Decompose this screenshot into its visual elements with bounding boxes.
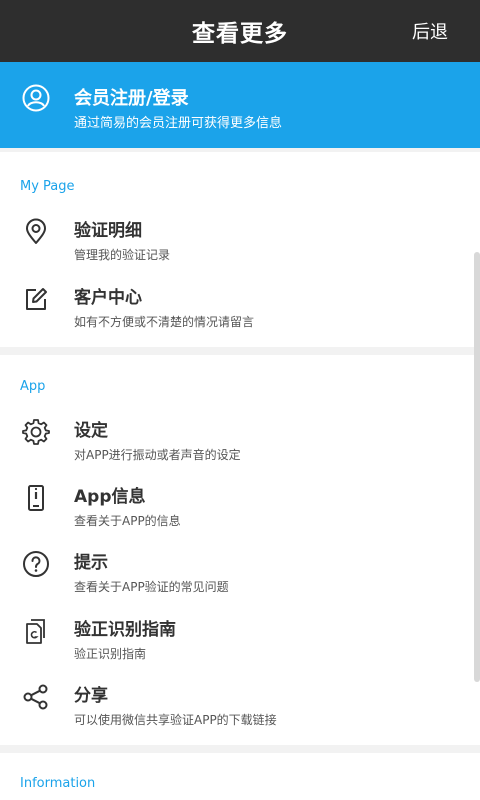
banner-title: 会员注册/登录 bbox=[74, 88, 189, 109]
menu-item-label: App信息 bbox=[74, 487, 146, 507]
menu-item-desc: 如有不方便或不清楚的情况请留言 bbox=[74, 315, 255, 329]
menu-item-tips[interactable]: 提示 查看关于APP验证的常见问题 bbox=[0, 548, 470, 612]
menu-item-recognition-guide[interactable]: 验正识别指南 验正识别指南 bbox=[0, 615, 470, 679]
menu-item-label: 设定 bbox=[74, 421, 108, 441]
menu-item-share[interactable]: 分享 可以使用微信共享验证APP的下载链接 bbox=[0, 681, 470, 745]
section-my-page: My Page 验证明细 管理我的验证记录 客户中心 如有不方便或不清楚的情况请… bbox=[0, 152, 480, 347]
menu-item-desc: 查看关于APP验证的常见问题 bbox=[74, 580, 229, 594]
location-pin-icon bbox=[26, 218, 46, 244]
menu-item-label: 验证明细 bbox=[74, 221, 142, 241]
menu-item-app-info[interactable]: App信息 查看关于APP的信息 bbox=[0, 482, 470, 546]
menu-item-verification-details[interactable]: 验证明细 管理我的验证记录 bbox=[0, 216, 470, 280]
menu-item-desc: 可以使用微信共享验证APP的下载链接 bbox=[74, 713, 277, 727]
section-title: Information bbox=[20, 776, 96, 791]
question-icon bbox=[23, 551, 49, 577]
section-title: My Page bbox=[20, 179, 75, 194]
menu-item-desc: 验正识别指南 bbox=[74, 647, 147, 661]
menu-item-desc: 管理我的验证记录 bbox=[74, 248, 171, 262]
edit-icon bbox=[26, 288, 47, 310]
top-bar: 查看更多 后退 bbox=[0, 0, 480, 62]
scrollbar[interactable] bbox=[474, 252, 480, 682]
menu-item-settings[interactable]: 设定 对APP进行振动或者声音的设定 bbox=[0, 416, 470, 480]
menu-item-label: 分享 bbox=[74, 686, 108, 706]
menu-item-desc: 对APP进行振动或者声音的设定 bbox=[74, 448, 241, 462]
share-icon bbox=[23, 684, 48, 710]
section-information: Information bbox=[0, 753, 480, 800]
guide-document-icon bbox=[26, 619, 45, 644]
menu-item-label: 提示 bbox=[74, 553, 108, 573]
page-title: 查看更多 bbox=[192, 21, 288, 47]
banner-subtitle: 通过简易的会员注册可获得更多信息 bbox=[74, 116, 283, 131]
menu-item-customer-center[interactable]: 客户中心 如有不方便或不清楚的情况请留言 bbox=[0, 283, 470, 347]
user-icon bbox=[22, 84, 50, 112]
menu-item-label: 客户中心 bbox=[74, 288, 142, 308]
member-login-banner[interactable]: 会员注册/登录 通过简易的会员注册可获得更多信息 bbox=[0, 62, 480, 148]
section-title: App bbox=[20, 379, 46, 394]
section-app: App 设定 对APP进行振动或者声音的设定 App信息 查看关于APP的信息 … bbox=[0, 355, 480, 745]
menu-item-label: 验正识别指南 bbox=[74, 620, 176, 640]
menu-item-desc: 查看关于APP的信息 bbox=[74, 514, 181, 528]
gear-icon bbox=[22, 419, 50, 445]
back-button[interactable]: 后退 bbox=[412, 18, 448, 44]
phone-info-icon bbox=[28, 485, 44, 511]
